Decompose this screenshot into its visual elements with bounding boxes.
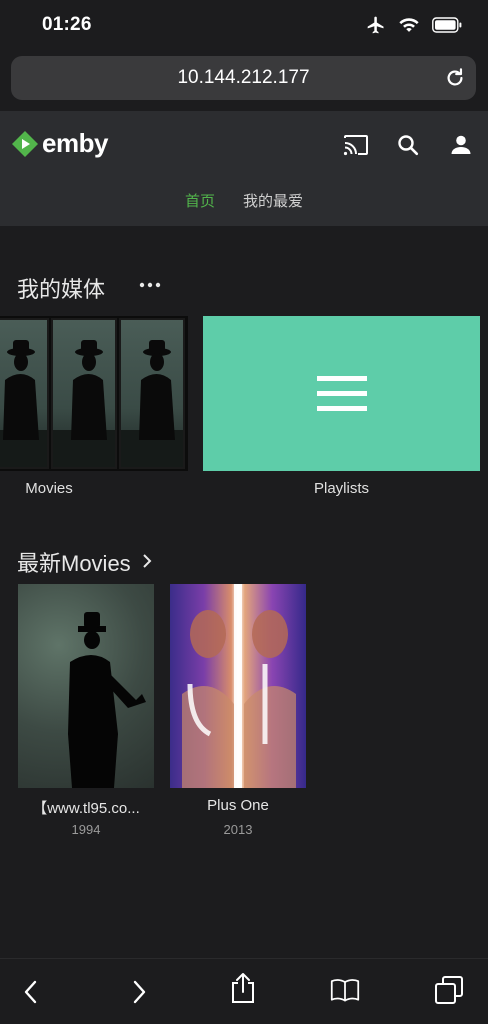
tab-favorites[interactable]: 我的最爱 xyxy=(243,190,303,211)
battery-icon xyxy=(432,17,462,33)
movies-thumb-frame xyxy=(119,318,185,469)
home-tabs: 首页 我的最爱 xyxy=(0,190,488,211)
back-button[interactable] xyxy=(16,977,46,1007)
share-button[interactable] xyxy=(228,973,258,1003)
movie-poster[interactable] xyxy=(18,584,154,788)
search-button[interactable] xyxy=(393,130,423,160)
emby-logo-icon xyxy=(12,130,38,157)
bookmarks-button[interactable] xyxy=(330,975,360,1005)
movie-title: 【www.tl95.co... xyxy=(32,800,140,817)
silhouette-image xyxy=(0,340,47,467)
latest-movies-title[interactable]: 最新Movies xyxy=(17,546,153,578)
movie-year: 1994 xyxy=(71,822,101,837)
more-options-icon[interactable] xyxy=(138,278,162,292)
movies-library-label: Movies xyxy=(25,480,73,497)
latest-movies-title-text: 最新Movies xyxy=(17,551,131,576)
forward-icon xyxy=(133,980,146,1004)
bookmarks-icon xyxy=(330,979,360,1002)
tabs-button[interactable] xyxy=(434,975,464,1005)
poster-artwork xyxy=(68,612,146,788)
my-media-title: 我的媒体 xyxy=(17,277,106,302)
cast-icon xyxy=(343,135,368,156)
search-icon xyxy=(398,135,419,156)
silhouette-image xyxy=(121,340,183,467)
status-icons xyxy=(366,15,462,35)
tabs-icon xyxy=(435,976,463,1004)
emby-logo[interactable]: emby xyxy=(11,128,108,159)
movie-year: 2013 xyxy=(223,822,253,837)
share-icon xyxy=(232,973,254,1003)
browser-toolbar xyxy=(0,958,488,1024)
user-icon xyxy=(451,135,471,154)
back-icon xyxy=(24,980,37,1004)
movies-library-card[interactable] xyxy=(0,316,188,471)
poster-artwork xyxy=(182,584,296,788)
playlist-icon xyxy=(317,376,367,411)
movies-thumb-frame xyxy=(51,318,117,469)
status-bar: 01:26 xyxy=(0,0,488,50)
playlists-library-label: Playlists xyxy=(313,480,369,497)
movie-poster[interactable] xyxy=(170,584,306,788)
airplane-icon xyxy=(367,16,384,34)
chevron-right-icon xyxy=(143,554,152,568)
tab-home[interactable]: 首页 xyxy=(185,190,215,211)
silhouette-image xyxy=(53,340,115,467)
app-header: emby 首页 我的最爱 xyxy=(0,111,488,226)
user-button[interactable] xyxy=(446,130,476,160)
logo-text: emby xyxy=(42,128,108,158)
forward-button[interactable] xyxy=(124,977,154,1007)
status-time: 01:26 xyxy=(42,14,92,35)
cast-button[interactable] xyxy=(341,130,371,160)
playlists-library-card[interactable] xyxy=(203,316,480,471)
movie-title: Plus One xyxy=(207,797,269,814)
screen: 01:26 10.144.212.177 emby 首页 我的最爱 我的媒体 M… xyxy=(0,0,488,1024)
wifi-icon xyxy=(399,18,419,32)
movies-thumb-frame xyxy=(0,318,49,469)
reload-icon[interactable] xyxy=(444,67,466,89)
url-text: 10.144.212.177 xyxy=(177,67,310,88)
address-bar[interactable]: 10.144.212.177 xyxy=(11,56,476,100)
